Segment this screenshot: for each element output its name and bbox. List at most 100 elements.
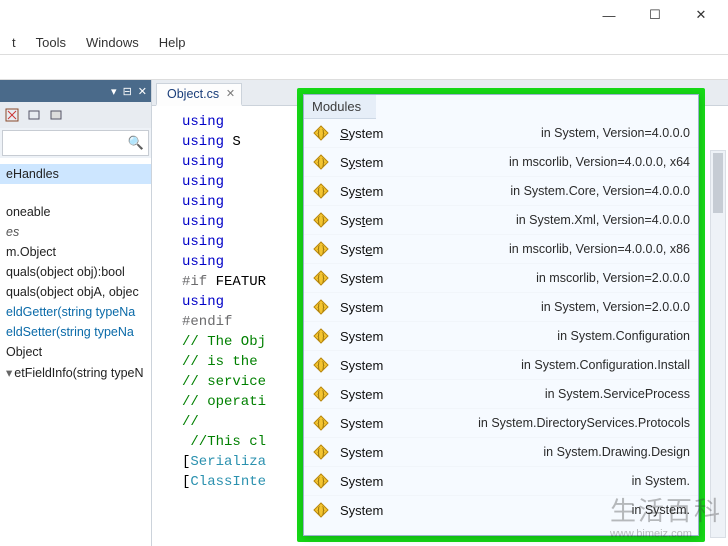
popup-item-location: in System.DirectoryServices.Protocols <box>420 416 690 430</box>
tab-close-icon[interactable]: ✕ <box>226 87 235 100</box>
popup-row[interactable]: {}Systemin System. <box>304 466 698 495</box>
popup-item-name: System <box>340 300 410 315</box>
svg-text:{}: {} <box>317 302 326 312</box>
class-tree[interactable]: eHandles oneable es m.Object quals(object ob… <box>0 158 151 546</box>
panel-toolbar <box>0 102 151 128</box>
main-toolbar <box>0 54 728 80</box>
intellisense-popup-highlight: Modules {}Systemin System, Version=4.0.0… <box>297 88 705 542</box>
popup-item-location: in System.Xml, Version=4.0.0.0 <box>420 213 690 227</box>
window-close-button[interactable]: ✕ <box>678 0 724 30</box>
side-panel: ▾ ⊟ ✕ 🔍 eHandles oneable es m.Object quals(o… <box>0 80 152 546</box>
popup-row[interactable]: {}Systemin mscorlib, Version=2.0.0.0 <box>304 263 698 292</box>
tree-item[interactable]: Object <box>0 342 151 362</box>
intellisense-popup[interactable]: Modules {}Systemin System, Version=4.0.0… <box>303 94 699 536</box>
tree-item-label: m.Object <box>6 245 56 259</box>
svg-text:{}: {} <box>317 476 326 486</box>
menu-item-windows[interactable]: Windows <box>78 33 147 52</box>
popup-item-name: System <box>340 358 410 373</box>
popup-item-name: System <box>340 387 410 402</box>
namespace-icon: {} <box>312 269 330 287</box>
popup-item-location: in System.Core, Version=4.0.0.0 <box>420 184 690 198</box>
popup-item-name: System <box>340 329 410 344</box>
popup-item-name: System <box>340 445 410 460</box>
tree-item[interactable]: eldSetter(string typeNa <box>0 322 151 342</box>
tree-item-label: eHandles <box>6 167 59 181</box>
popup-item-location: in System, Version=4.0.0.0 <box>420 126 690 140</box>
popup-row[interactable]: {}Systemin System.Core, Version=4.0.0.0 <box>304 176 698 205</box>
svg-text:{}: {} <box>317 360 326 370</box>
popup-item-name: System <box>340 155 410 170</box>
popup-item-name: System <box>340 271 410 286</box>
editor-scrollbar[interactable] <box>710 150 726 538</box>
tree-item[interactable]: quals(object obj):bool <box>0 262 151 282</box>
tree-item-label: Object <box>6 345 42 359</box>
tree-item[interactable]: eHandles <box>0 164 151 184</box>
tree-item-label: etFieldInfo(string typeN <box>14 366 143 380</box>
panel-close-icon[interactable]: ✕ <box>138 85 147 98</box>
pin-icon[interactable]: ⊟ <box>123 85 132 98</box>
tree-item[interactable]: quals(object objA, objec <box>0 282 151 302</box>
popup-row[interactable]: {} System in System. <box>304 495 698 524</box>
popup-row[interactable]: {}Systemin mscorlib, Version=4.0.0.0, x8… <box>304 234 698 263</box>
tree-item[interactable]: es <box>0 222 151 242</box>
popup-row[interactable]: {} System in System.Xml, Version=4.0.0.0 <box>304 205 698 234</box>
popup-row[interactable]: {} System in System, Version=2.0.0.0 <box>304 292 698 321</box>
svg-text:{}: {} <box>317 244 326 254</box>
popup-item-location: in System. <box>420 503 690 517</box>
tab-label: Object.cs <box>167 87 219 101</box>
tree-item-label: es <box>6 225 19 239</box>
popup-row[interactable]: {}Systemin System, Version=4.0.0.0 <box>304 119 698 147</box>
popup-header: Modules <box>304 95 376 119</box>
namespace-icon: {} <box>312 443 330 461</box>
panel-search[interactable]: 🔍 <box>2 130 149 156</box>
tree-item[interactable]: eldGetter(string typeNa <box>0 302 151 322</box>
popup-row[interactable]: {} System in System.Configuration.Install <box>304 350 698 379</box>
popup-item-location: in System.Configuration.Install <box>420 358 690 372</box>
svg-text:{}: {} <box>317 215 326 225</box>
popup-item-location: in System.ServiceProcess <box>420 387 690 401</box>
toolbar-icon-2[interactable] <box>26 107 42 123</box>
tree-item[interactable]: ▾etFieldInfo(string typeN <box>0 362 151 383</box>
menubar: t Tools Windows Help <box>0 30 728 54</box>
popup-row[interactable]: {}Systemin System.Drawing.Design <box>304 437 698 466</box>
namespace-icon: {} <box>312 298 330 316</box>
namespace-icon: {} <box>312 385 330 403</box>
namespace-icon: {} <box>312 327 330 345</box>
tree-item-label: quals(object objA, objec <box>6 285 139 299</box>
menu-item-truncated[interactable]: t <box>4 33 24 52</box>
tree-item-label: eldGetter(string typeNa <box>6 305 135 319</box>
namespace-icon: {} <box>312 414 330 432</box>
svg-text:{}: {} <box>317 447 326 457</box>
popup-row[interactable]: {} System in System.ServiceProcess <box>304 379 698 408</box>
namespace-icon: {} <box>312 356 330 374</box>
window-maximize-button[interactable]: ☐ <box>632 0 678 30</box>
svg-text:{}: {} <box>317 273 326 283</box>
tab-object-cs[interactable]: Object.cs ✕ <box>156 83 242 106</box>
popup-item-name: System <box>340 416 410 431</box>
svg-text:{}: {} <box>317 128 326 138</box>
menu-item-tools[interactable]: Tools <box>28 33 74 52</box>
menu-item-help[interactable]: Help <box>151 33 194 52</box>
namespace-icon: {} <box>312 153 330 171</box>
window-minimize-button[interactable]: — <box>586 0 632 30</box>
popup-item-name: System <box>340 184 410 199</box>
svg-text:{}: {} <box>317 505 326 515</box>
popup-row[interactable]: {} System in System.Configuration <box>304 321 698 350</box>
tree-item-label: quals(object obj):bool <box>6 265 125 279</box>
popup-item-name: System <box>340 213 410 228</box>
autohide-icon[interactable]: ▾ <box>111 85 117 98</box>
tree-item[interactable]: m.Object <box>0 242 151 262</box>
tree-item-label: oneable <box>6 205 51 219</box>
popup-row[interactable]: {} System in System.DirectoryServices.Prot… <box>304 408 698 437</box>
tree-item[interactable]: oneable <box>0 202 151 222</box>
toolbar-icon-1[interactable] <box>4 107 20 123</box>
toolbar-icon-3[interactable] <box>48 107 64 123</box>
popup-list[interactable]: {}Systemin System, Version=4.0.0.0{}Syst… <box>304 119 698 535</box>
titlebar: — ☐ ✕ <box>0 0 728 30</box>
popup-row[interactable]: {}Systemin mscorlib, Version=4.0.0.0, x6… <box>304 147 698 176</box>
popup-item-location: in System, Version=2.0.0.0 <box>420 300 690 314</box>
popup-item-name: System <box>340 242 410 257</box>
popup-item-location: in System.Configuration <box>420 329 690 343</box>
popup-item-location: in System. <box>420 474 690 488</box>
popup-item-name: System <box>340 503 410 518</box>
